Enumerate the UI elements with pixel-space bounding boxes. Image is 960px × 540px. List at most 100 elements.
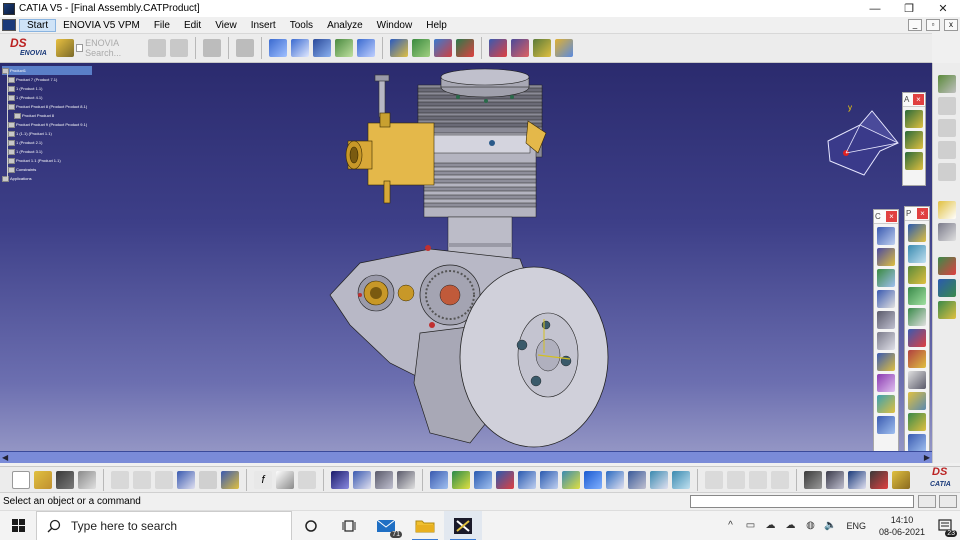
table-icon[interactable] (331, 470, 349, 489)
file-explorer-button[interactable] (406, 511, 444, 540)
sectioning-icon[interactable] (357, 39, 375, 57)
catalog-save-icon[interactable] (826, 470, 844, 489)
whats-this-icon[interactable] (221, 470, 239, 489)
start-button[interactable] (0, 511, 36, 540)
constraint-contact-icon[interactable] (877, 248, 895, 266)
measure-between-icon[interactable] (269, 39, 287, 57)
constraint-offset-icon[interactable] (533, 39, 551, 57)
catalog-browser-icon[interactable] (908, 434, 926, 452)
flexible-rigid-icon[interactable] (877, 374, 895, 392)
scroll-right-icon[interactable]: ▶ (924, 453, 930, 462)
device-icon[interactable]: ▭ (743, 520, 757, 532)
scenes-icon[interactable] (908, 350, 926, 368)
paste-icon[interactable] (155, 470, 173, 489)
menu-tools[interactable]: Tools (283, 20, 320, 31)
toolbar-a-close-button[interactable]: × (913, 94, 924, 105)
thermometer-icon[interactable] (298, 470, 316, 489)
measure-disabled-3-icon[interactable] (749, 470, 767, 489)
minimize-button[interactable]: — (858, 0, 892, 17)
measure-distance-icon[interactable] (848, 470, 866, 489)
menu-enovia[interactable]: ENOVIA V5 VPM (56, 20, 147, 31)
snap-icon[interactable] (908, 245, 926, 263)
undo-icon[interactable] (177, 470, 195, 489)
menu-edit[interactable]: Edit (177, 20, 208, 31)
menu-analyze[interactable]: Analyze (320, 20, 370, 31)
annotation-text-icon[interactable] (908, 371, 926, 389)
menu-file[interactable]: File (147, 20, 177, 31)
enovia-save-icon[interactable] (170, 39, 188, 57)
input-language[interactable]: ENG (846, 521, 866, 531)
menu-insert[interactable]: Insert (244, 20, 283, 31)
show-hidden-icons-icon[interactable]: ^ (723, 520, 737, 532)
onedrive-icon[interactable]: ☁ (763, 520, 777, 532)
shading-icon[interactable] (628, 470, 646, 489)
quick-constraint-icon[interactable] (877, 353, 895, 371)
measure-item-icon[interactable] (291, 39, 309, 57)
formula-icon[interactable]: f (254, 470, 272, 489)
menu-window[interactable]: Window (370, 20, 420, 31)
change-constraint-icon[interactable] (877, 395, 895, 413)
stop-manipulate-icon[interactable] (908, 308, 926, 326)
enovia-connect-icon[interactable] (56, 39, 74, 57)
toolbar-c-panel[interactable]: C × (873, 209, 899, 453)
menu-view[interactable]: View (208, 20, 244, 31)
fly-mode-icon[interactable] (430, 470, 448, 489)
cut-icon[interactable] (111, 470, 129, 489)
fit-all-icon[interactable] (452, 470, 470, 489)
doc-minimize-button[interactable]: _ (908, 19, 922, 31)
doc-restore-button[interactable]: ▫ (926, 19, 940, 31)
power-input-button-2[interactable] (939, 495, 957, 508)
generate-numbering-icon[interactable] (908, 413, 926, 431)
taskbar-clock[interactable]: 14:10 08-06-2021 (874, 514, 930, 538)
view-annotation-icon[interactable] (937, 141, 956, 159)
fix-together-icon[interactable] (877, 332, 895, 350)
knowledge-icon[interactable] (397, 470, 415, 489)
space-analysis-icon[interactable] (937, 97, 956, 115)
weight-icon[interactable] (892, 470, 910, 489)
iso-view-icon[interactable] (606, 470, 624, 489)
constraint-fix-icon[interactable] (555, 39, 573, 57)
measure-disabled-4-icon[interactable] (771, 470, 789, 489)
generate-cgr-icon[interactable] (937, 301, 956, 319)
redo-icon[interactable] (199, 470, 217, 489)
power-input-button-1[interactable] (918, 495, 936, 508)
measure-disabled-2-icon[interactable] (727, 470, 745, 489)
viewport-scroll-strip[interactable]: ◀ ▶ (0, 451, 932, 463)
weld-planner-icon[interactable] (937, 163, 956, 181)
scroll-left-icon[interactable]: ◀ (2, 453, 8, 462)
catalog-icon[interactable] (353, 470, 371, 489)
clash-analysis-icon[interactable] (335, 39, 353, 57)
task-view-button[interactable] (330, 511, 368, 540)
reuse-pattern-icon[interactable] (877, 416, 895, 434)
product-update-icon[interactable] (390, 39, 408, 57)
select-cursor-icon[interactable] (937, 201, 956, 219)
manipulation-icon[interactable] (908, 224, 926, 242)
multi-view-icon[interactable] (584, 470, 602, 489)
new-component-icon[interactable] (434, 39, 452, 57)
3d-viewport[interactable]: Product1 Product 7 (Product 7.1) 1 (Prod… (0, 63, 932, 463)
restore-button[interactable]: ❐ (892, 0, 926, 17)
product-structure-icon[interactable] (937, 257, 956, 275)
cortana-button[interactable] (292, 511, 330, 540)
copy-icon[interactable] (133, 470, 151, 489)
compass[interactable]: y (820, 103, 904, 182)
new-document-icon[interactable] (12, 470, 30, 489)
constraint-coincidence-icon[interactable] (877, 227, 895, 245)
enovia-refresh-icon[interactable] (236, 39, 254, 57)
comment-icon[interactable] (276, 470, 294, 489)
toolbar-a-panel[interactable]: A × (902, 92, 926, 186)
assembly-features-icon[interactable] (937, 279, 956, 297)
explode-icon[interactable] (908, 287, 926, 305)
power-input-field[interactable] (690, 495, 914, 508)
network-icon[interactable]: ◍ (803, 520, 817, 532)
design-table-icon[interactable] (375, 470, 393, 489)
open-folder-icon[interactable] (34, 470, 52, 489)
fix-component-icon[interactable] (877, 311, 895, 329)
existing-component-icon[interactable] (412, 39, 430, 57)
analysis-toolbar-icon[interactable] (937, 75, 956, 93)
new-product-icon[interactable] (456, 39, 474, 57)
hide-show-icon[interactable] (650, 470, 668, 489)
mail-app-button[interactable]: 71 (368, 511, 406, 540)
swap-visible-space-icon[interactable] (672, 470, 690, 489)
rotate-icon[interactable] (496, 470, 514, 489)
